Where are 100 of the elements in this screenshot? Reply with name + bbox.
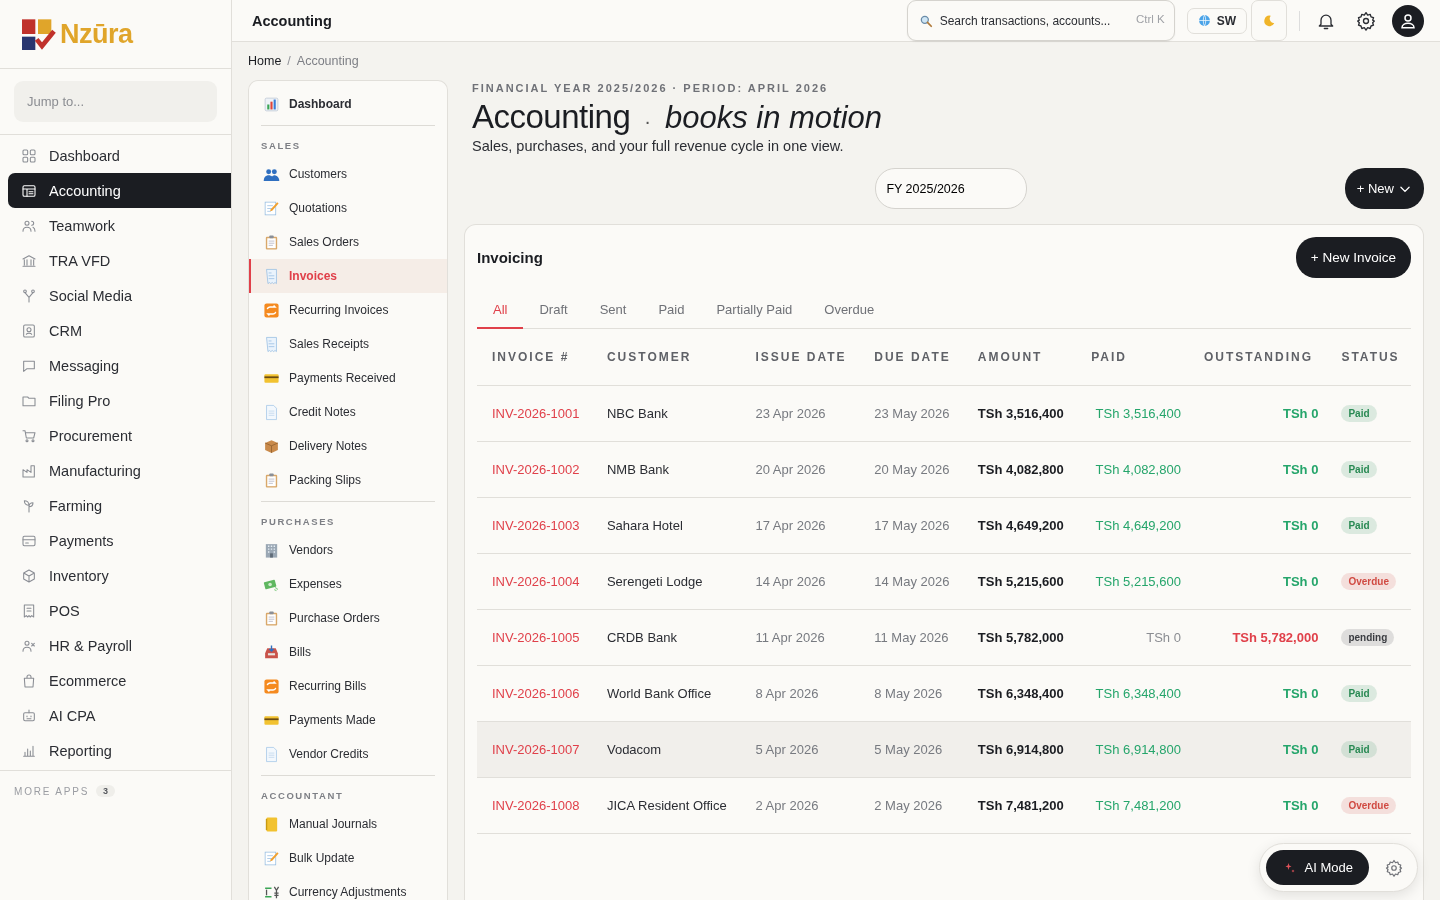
table-cell: Serengeti Lodge — [606, 573, 703, 589]
submenu-item[interactable]: Bills — [249, 635, 447, 669]
table-cell: TSh 0 — [1283, 741, 1319, 757]
submenu-item[interactable]: Customers — [249, 157, 447, 191]
invoice-link[interactable]: INV-2026-1002 — [492, 461, 580, 477]
settings-icon — [1356, 10, 1376, 31]
table-cell: 23 May 2026 — [874, 405, 950, 421]
filter-tab[interactable]: Paid — [642, 296, 701, 329]
table-cell: 11 Apr 2026 — [755, 629, 825, 645]
submenu-item[interactable]: Payments Received — [249, 361, 447, 395]
submenu-item[interactable]: Manual Journals — [249, 807, 447, 841]
table-row[interactable]: INV-2026-1002 NMB Bank 20 Apr 2026 20 May 2026 TSh 4,082,800 TSh 4,082,800 TSh 0 Paid — [477, 441, 1411, 497]
submenu-item[interactable]: Delivery Notes — [249, 429, 447, 463]
submenu-item[interactable]: Recurring Bills — [249, 669, 447, 703]
table-cell: 23 Apr 2026 — [755, 405, 826, 421]
sidebar-item[interactable]: Procurement — [8, 418, 231, 453]
breadcrumb-link[interactable]: Accounting — [296, 54, 359, 68]
plant-icon — [21, 497, 37, 514]
submenu-item[interactable]: Purchase Orders — [249, 601, 447, 635]
invoice-link[interactable]: INV-2026-1004 — [492, 573, 580, 589]
filter-tab[interactable]: Overdue — [808, 296, 891, 329]
sidebar-item[interactable]: Teamwork — [8, 208, 231, 243]
table-cell: TSh 6,914,800 — [1095, 741, 1181, 757]
bank-icon — [21, 252, 37, 269]
submenu-item[interactable]: Recurring Invoices — [249, 293, 447, 327]
table-cell: JICA Resident Office — [606, 797, 727, 813]
filter-tab[interactable]: Draft — [523, 296, 584, 329]
sidebar-item[interactable]: HR & Payroll — [8, 628, 231, 663]
section-label: SALES — [260, 139, 302, 153]
sidebar-item[interactable]: Messaging — [8, 348, 231, 383]
table-cell: Sahara Hotel — [606, 517, 683, 533]
sidebar-item[interactable]: Ecommerce — [8, 663, 231, 698]
card-title: Invoicing — [477, 249, 543, 266]
submenu-item[interactable]: Payments Made — [249, 703, 447, 737]
submenu-item[interactable]: Packing Slips — [249, 463, 447, 497]
avatar-button[interactable] — [1392, 4, 1424, 37]
sidebar-item[interactable]: CRM — [8, 313, 231, 348]
table-cell: CRDB Bank — [606, 629, 678, 645]
sidebar-item[interactable]: AI CPA — [8, 698, 231, 733]
table-row[interactable]: INV-2026-1004 Serengeti Lodge 14 Apr 2026 14 May 2026 TSh 5,215,600 TSh 5,215,600 TSh 0 Overdue — [477, 553, 1411, 609]
submenu-item[interactable]: Sales Orders — [249, 225, 447, 259]
sidebar-item[interactable]: Dashboard — [8, 138, 231, 173]
table-row[interactable]: INV-2026-1006 World Bank Office 8 Apr 2026 8 May 2026 TSh 6,348,400 TSh 6,348,400 TSh 0 Paid — [477, 665, 1411, 721]
sidebar-item[interactable]: Payments — [8, 523, 231, 558]
table-cell: 11 May 2026 — [874, 629, 949, 645]
submenu-item[interactable]: Currency Adjustments — [249, 875, 447, 900]
submenu-item[interactable]: Vendors — [249, 533, 447, 567]
sidebar-item[interactable]: Accounting — [8, 173, 231, 208]
submenu-item[interactable]: Sales Receipts — [249, 327, 447, 361]
table-cell: 2 May 2026 — [874, 797, 943, 813]
new-button[interactable]: + New — [1344, 168, 1424, 209]
clipboard-icon — [263, 233, 280, 251]
ai-mode-button[interactable]: AI Mode — [1265, 850, 1369, 885]
factory-icon — [21, 462, 37, 479]
table-row[interactable]: INV-2026-1007 Vodacom 5 Apr 2026 5 May 2026 TSh 6,914,800 TSh 6,914,800 TSh 0 Paid — [477, 721, 1411, 777]
language-button[interactable]: SW — [1186, 7, 1247, 34]
year-field[interactable]: FY 2025/2026 — [875, 168, 1028, 209]
table-row[interactable]: INV-2026-1005 CRDB Bank 11 Apr 2026 11 May 2026 TSh 5,782,000 TSh 0 TSh 5,782,000 pending — [477, 609, 1411, 665]
jump-to-field[interactable]: Jump to... — [14, 81, 217, 122]
document-icon — [263, 745, 280, 763]
filter-tab[interactable]: Sent — [583, 296, 643, 329]
breadcrumb-link[interactable]: Home — [248, 54, 282, 68]
column-header: PAID — [1076, 329, 1189, 385]
table-row[interactable]: INV-2026-1003 Sahara Hotel 17 Apr 2026 17 May 2026 TSh 4,649,200 TSh 4,649,200 TSh 0 Paid — [477, 497, 1411, 553]
table-row[interactable]: INV-2026-1001 NBC Bank 23 Apr 2026 23 May 2026 TSh 3,516,400 TSh 3,516,400 TSh 0 Paid — [477, 385, 1411, 441]
column-header: CUSTOMER — [591, 329, 741, 385]
sidebar-item[interactable]: Reporting — [8, 733, 231, 768]
invoice-link[interactable]: INV-2026-1008 — [492, 797, 580, 813]
theme-toggle-button[interactable] — [1251, 0, 1287, 41]
building-icon — [263, 541, 280, 559]
sidebar-item[interactable]: Filing Pro — [8, 383, 231, 418]
submenu-item[interactable]: Bulk Update — [249, 841, 447, 875]
submenu-item[interactable]: Invoices — [249, 259, 447, 293]
submenu-item[interactable]: Vendor Credits — [249, 737, 447, 771]
table-cell: TSh 3,516,400 — [1095, 405, 1181, 421]
invoice-link[interactable]: INV-2026-1003 — [492, 517, 580, 533]
status-badge: Paid — [1341, 460, 1377, 478]
submenu-item[interactable]: Quotations — [249, 191, 447, 225]
filter-tab[interactable]: All — [477, 296, 524, 329]
inbox-tray-icon — [263, 643, 280, 661]
sidebar-item[interactable]: Inventory — [8, 558, 231, 593]
submenu-item[interactable]: Credit Notes — [249, 395, 447, 429]
submenu-item[interactable]: Expenses — [249, 567, 447, 601]
new-invoice-button[interactable]: + New Invoice — [1295, 237, 1411, 278]
table-row[interactable]: INV-2026-1008 JICA Resident Office 2 Apr 2026 2 May 2026 TSh 7,481,200 TSh 7,481,200 TSh 0 Overdue — [477, 777, 1411, 833]
invoice-link[interactable]: INV-2026-1005 — [492, 629, 580, 645]
submenu-item[interactable]: Dashboard — [249, 87, 447, 121]
table-cell: TSh 0 — [1283, 685, 1319, 701]
sidebar-item[interactable]: TRA VFD — [8, 243, 231, 278]
invoice-link[interactable]: INV-2026-1006 — [492, 685, 580, 701]
sidebar-item[interactable]: Manufacturing — [8, 453, 231, 488]
status-badge: Paid — [1341, 684, 1377, 702]
cube-icon — [21, 567, 37, 584]
branch-icon — [21, 287, 37, 304]
sidebar-item[interactable]: Farming — [8, 488, 231, 523]
invoice-link[interactable]: INV-2026-1001 — [492, 405, 580, 421]
sidebar-item[interactable]: POS — [8, 593, 231, 628]
table-cell: TSh 0 — [1283, 517, 1319, 533]
filter-tab[interactable]: Partially Paid — [700, 296, 809, 329]
sidebar-item[interactable]: Social Media — [8, 278, 231, 313]
